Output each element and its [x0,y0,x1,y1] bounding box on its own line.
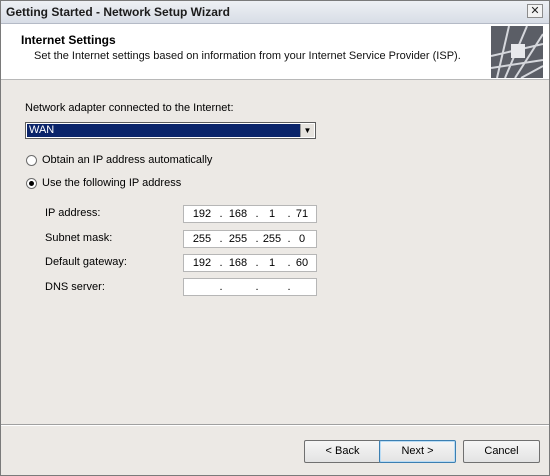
ip-octet: 255 [228,233,248,245]
window-title: Getting Started - Network Setup Wizard [6,5,230,19]
ip-octet: 255 [262,233,282,245]
wizard-header: Internet Settings Set the Internet setti… [1,24,549,80]
octet-separator: . [219,257,223,269]
close-icon: ✕ [530,5,540,17]
next-button[interactable]: Next > [379,440,456,463]
ip-octet: 168 [228,208,248,220]
ip-address-field[interactable]: 192 . 168 . 1 . 71 [183,205,317,223]
octet-separator: . [287,281,291,293]
chevron-down-icon[interactable]: ▼ [300,124,314,137]
ip-octet: 168 [228,257,248,269]
dns-server-field[interactable]: . . . [183,278,317,296]
octet-separator: . [219,281,223,293]
ip-octet: 1 [268,257,276,269]
close-button[interactable]: ✕ [527,4,543,18]
adapter-selected-value: WAN [27,124,300,137]
page-subtitle: Set the Internet settings based on infor… [34,50,461,62]
adapter-label: Network adapter connected to the Interne… [25,102,234,114]
ip-octet: 60 [295,257,309,269]
radio-manual-label: Use the following IP address [42,177,182,189]
subnet-mask-field[interactable]: 255 . 255 . 255 . 0 [183,230,317,248]
ip-octet: 192 [192,257,212,269]
default-gateway-field[interactable]: 192 . 168 . 1 . 60 [183,254,317,272]
ip-octet: 0 [298,233,306,245]
ip-address-label: IP address: [45,207,101,219]
title-bar: Getting Started - Network Setup Wizard ✕ [1,1,549,24]
adapter-select[interactable]: WAN ▼ [25,122,316,139]
page-title: Internet Settings [21,33,116,47]
ip-octet: 255 [192,233,212,245]
cancel-button[interactable]: Cancel [463,440,540,463]
back-button[interactable]: < Back [304,440,381,463]
ip-octet: 71 [295,208,309,220]
radio-manual-circle[interactable] [26,177,37,189]
dns-server-label: DNS server: [45,281,105,293]
radio-auto-circle[interactable] [26,154,37,166]
wizard-window: Getting Started - Network Setup Wizard ✕… [0,0,550,476]
octet-separator: . [255,281,259,293]
radio-obtain-auto[interactable]: Obtain an IP address automatically [26,153,212,167]
radio-auto-label: Obtain an IP address automatically [42,154,213,166]
default-gateway-label: Default gateway: [45,256,127,268]
octet-separator: . [219,233,223,245]
wizard-banner-icon [491,26,543,78]
ip-octet: 1 [268,208,276,220]
ip-octet: 192 [192,208,212,220]
footer-divider [1,424,549,426]
octet-separator: . [219,208,223,220]
radio-use-following[interactable]: Use the following IP address [26,176,181,190]
subnet-mask-label: Subnet mask: [45,232,113,244]
